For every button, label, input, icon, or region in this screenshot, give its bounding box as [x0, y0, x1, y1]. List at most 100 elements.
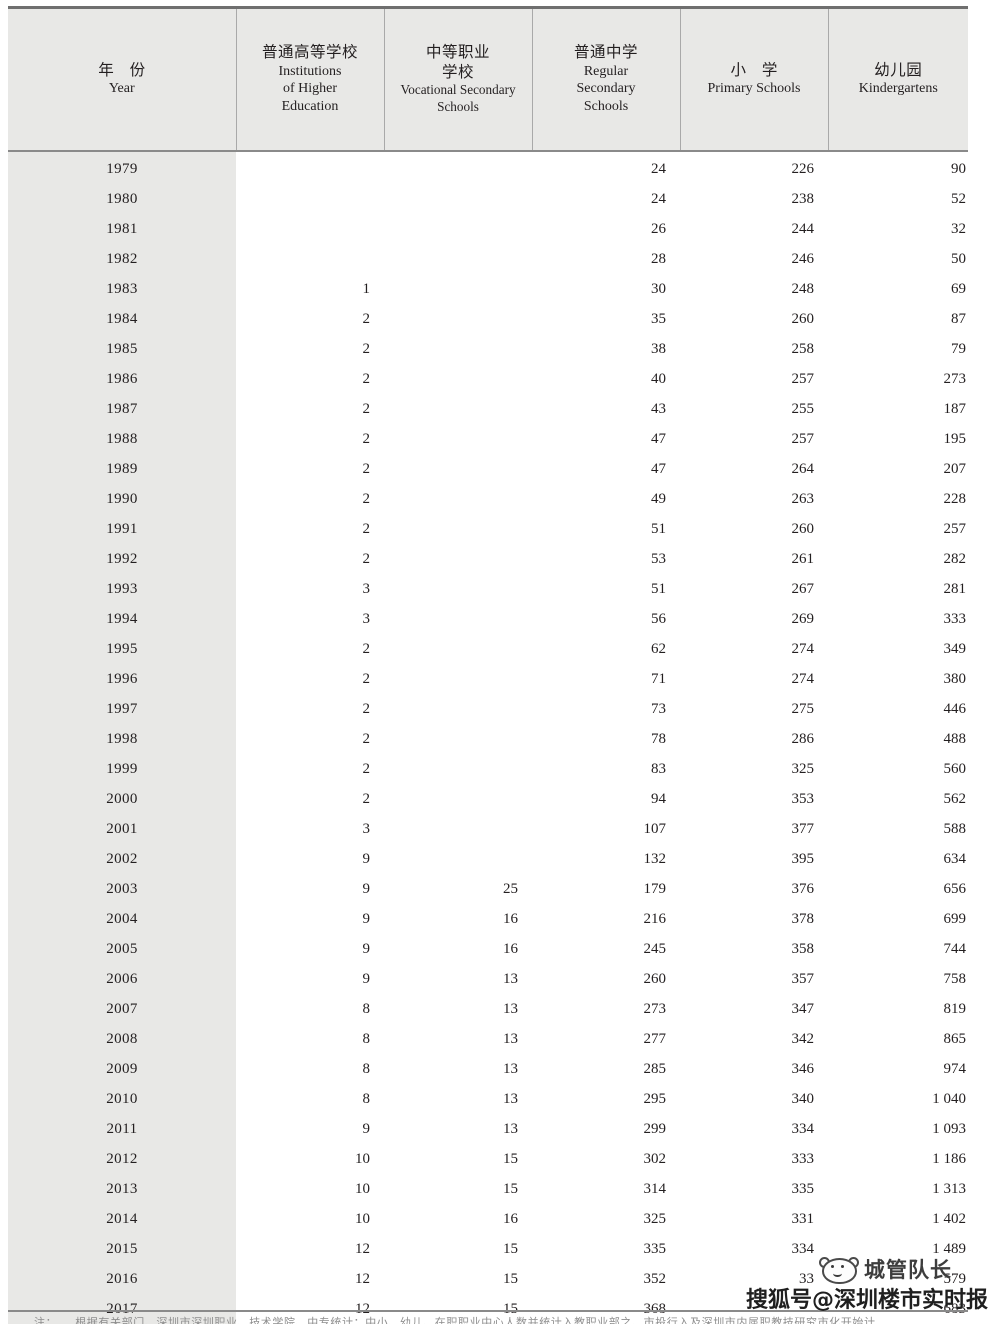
cell-kindergartens: 1 040: [828, 1084, 968, 1114]
cell-higher-education: 2: [236, 754, 384, 784]
column-header-vocational-secondary-en-1: Vocational Secondary: [400, 82, 516, 98]
table-header: 年 份 Year 普通高等学校 Institutions of Higher E…: [8, 6, 968, 152]
column-header-regular-secondary-en-2: Secondary: [576, 81, 636, 97]
cell-higher-education: 9: [236, 874, 384, 904]
cell-vocational-secondary: [384, 151, 532, 184]
cell-year: 1994: [8, 604, 236, 634]
cell-primary-schools: 342: [680, 1024, 828, 1054]
table-row: 1991 2 51 260 257: [8, 514, 968, 544]
cell-higher-education: 10: [236, 1144, 384, 1174]
cell-vocational-secondary: [384, 544, 532, 574]
cell-higher-education: [236, 151, 384, 184]
cell-vocational-secondary: 16: [384, 1204, 532, 1234]
cell-vocational-secondary: [384, 364, 532, 394]
cell-vocational-secondary: 13: [384, 1084, 532, 1114]
table-row: 1988 2 47 257 195: [8, 424, 968, 454]
cell-vocational-secondary: [384, 724, 532, 754]
cell-kindergartens: 1 313: [828, 1174, 968, 1204]
cell-kindergartens: 758: [828, 964, 968, 994]
cell-regular-secondary: 51: [532, 574, 680, 604]
column-header-primary-schools: 小 学 Primary Schools: [679, 6, 828, 152]
cell-year: 1980: [8, 184, 236, 214]
cell-year: 2003: [8, 874, 236, 904]
column-header-kindergartens-cn: 幼儿园: [874, 61, 923, 79]
cell-higher-education: 8: [236, 994, 384, 1024]
cell-vocational-secondary: 16: [384, 934, 532, 964]
cell-primary-schools: 377: [680, 814, 828, 844]
table-row: 2006 9 13 260 357 758: [8, 964, 968, 994]
cell-vocational-secondary: 16: [384, 904, 532, 934]
cell-year: 2005: [8, 934, 236, 964]
column-header-kindergartens-en: Kindergartens: [858, 81, 938, 97]
table-body: 1979 24 226 90 1980 24 238 52 1981 26 244 32 1982 28 2…: [8, 151, 968, 1324]
footnote-text: 根据有关部门、深圳市深圳职业、技术学院、中专统计；中小、幼儿、在职职业中心人数并…: [75, 1317, 876, 1324]
cell-primary-schools: 395: [680, 844, 828, 874]
table-row: 2014 10 16 325 331 1 402: [8, 1204, 968, 1234]
cell-year: 1983: [8, 274, 236, 304]
cell-higher-education: 8: [236, 1084, 384, 1114]
cell-higher-education: 2: [236, 634, 384, 664]
cell-regular-secondary: 83: [532, 754, 680, 784]
table-row: 2003 9 25 179 376 656: [8, 874, 968, 904]
cell-year: 1982: [8, 244, 236, 274]
cell-kindergartens: 187: [828, 394, 968, 424]
cell-vocational-secondary: 13: [384, 1114, 532, 1144]
cell-year: 1996: [8, 664, 236, 694]
cell-higher-education: 9: [236, 1114, 384, 1144]
cell-year: 2012: [8, 1144, 236, 1174]
cell-regular-secondary: 26: [532, 214, 680, 244]
cell-regular-secondary: 73: [532, 694, 680, 724]
cell-year: 1986: [8, 364, 236, 394]
table-row: 1989 2 47 264 207: [8, 454, 968, 484]
cell-regular-secondary: 302: [532, 1144, 680, 1174]
cell-higher-education: 9: [236, 934, 384, 964]
cell-kindergartens: 207: [828, 454, 968, 484]
cell-vocational-secondary: [384, 214, 532, 244]
table-row: 1984 2 35 260 87: [8, 304, 968, 334]
cell-higher-education: 12: [236, 1264, 384, 1294]
cell-regular-secondary: 216: [532, 904, 680, 934]
cell-year: 1985: [8, 334, 236, 364]
cell-primary-schools: 274: [680, 664, 828, 694]
cell-year: 1990: [8, 484, 236, 514]
cell-primary-schools: 346: [680, 1054, 828, 1084]
cell-regular-secondary: 30: [532, 274, 680, 304]
cell-regular-secondary: 43: [532, 394, 680, 424]
cell-year: 1981: [8, 214, 236, 244]
cell-primary-schools: 347: [680, 994, 828, 1024]
cell-higher-education: 3: [236, 604, 384, 634]
cell-kindergartens: 79: [828, 334, 968, 364]
table-row: 2015 12 15 335 334 1 489: [8, 1234, 968, 1264]
cell-regular-secondary: 94: [532, 784, 680, 814]
cell-kindergartens: 50: [828, 244, 968, 274]
cell-higher-education: 9: [236, 844, 384, 874]
column-header-primary-schools-en: Primary Schools: [707, 81, 801, 97]
cell-higher-education: 2: [236, 424, 384, 454]
cell-vocational-secondary: 13: [384, 964, 532, 994]
cell-primary-schools: 357: [680, 964, 828, 994]
cell-vocational-secondary: 15: [384, 1144, 532, 1174]
cell-year: 2013: [8, 1174, 236, 1204]
cell-kindergartens: 380: [828, 664, 968, 694]
column-header-regular-secondary-cn: 普通中学: [573, 43, 638, 61]
table-row: 1979 24 226 90: [8, 151, 968, 184]
cell-kindergartens: 634: [828, 844, 968, 874]
cell-year: 1998: [8, 724, 236, 754]
cell-higher-education: 2: [236, 364, 384, 394]
cell-regular-secondary: 107: [532, 814, 680, 844]
cell-year: 1989: [8, 454, 236, 484]
cell-year: 2015: [8, 1234, 236, 1264]
cell-vocational-secondary: [384, 634, 532, 664]
table-row: 1997 2 73 275 446: [8, 694, 968, 724]
cell-vocational-secondary: [384, 844, 532, 874]
column-header-regular-secondary: 普通中学 Regular Secondary Schools: [531, 6, 680, 152]
table-row: 1986 2 40 257 273: [8, 364, 968, 394]
table-row: 2007 8 13 273 347 819: [8, 994, 968, 1024]
cell-vocational-secondary: [384, 184, 532, 214]
cell-vocational-secondary: [384, 604, 532, 634]
cell-regular-secondary: 47: [532, 424, 680, 454]
cell-primary-schools: 331: [680, 1204, 828, 1234]
cell-primary-schools: 269: [680, 604, 828, 634]
table-bottom-rule: [8, 1310, 968, 1312]
column-header-higher-education-en-2: of Higher: [282, 81, 338, 97]
